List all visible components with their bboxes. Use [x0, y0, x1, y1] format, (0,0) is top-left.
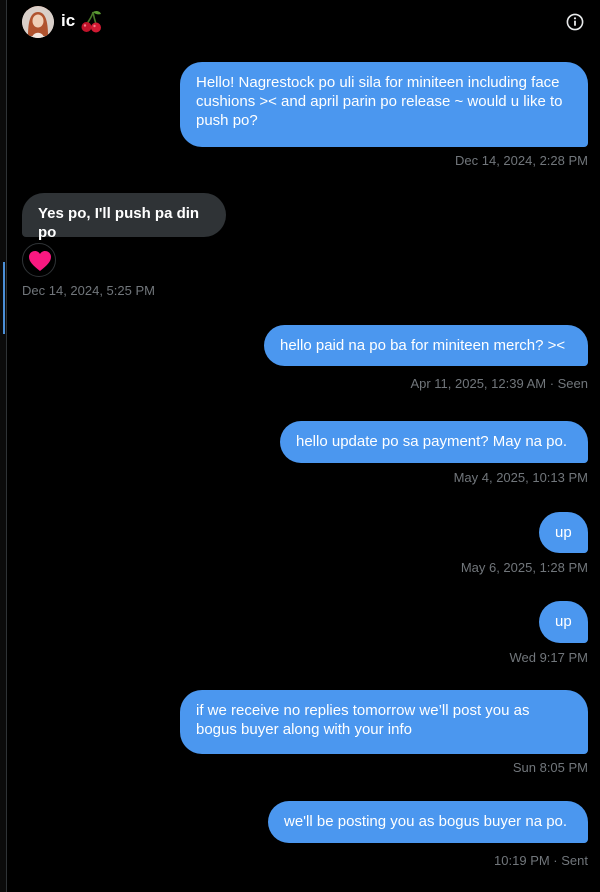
message-bubble-outgoing[interactable]: up	[539, 601, 588, 643]
message-timestamp: May 4, 2025, 10:13 PM	[453, 470, 588, 485]
info-icon[interactable]	[566, 13, 584, 31]
message-bubble-outgoing[interactable]: up	[539, 512, 588, 553]
message-timestamp: Wed 9:17 PM	[509, 650, 588, 665]
cherry-icon	[81, 10, 101, 33]
message-timestamp: Dec 14, 2024, 2:28 PM	[455, 153, 588, 168]
heart-icon	[29, 251, 51, 271]
conversation-header: ic	[6, 0, 600, 46]
message-bubble-outgoing[interactable]: we'll be posting you as bogus buyer na p…	[268, 801, 588, 843]
message-bubble-outgoing[interactable]: hello update po sa payment? May na po.	[280, 421, 588, 463]
left-rail-active-indicator	[3, 262, 5, 334]
left-rail	[0, 0, 7, 892]
message-timestamp: 10:19 PM · Sent	[494, 853, 588, 868]
message-bubble-incoming[interactable]: Yes po, I'll push pa din po	[22, 193, 226, 241]
message-bubble-outgoing[interactable]: hello paid na po ba for miniteen merch? …	[264, 325, 588, 366]
avatar[interactable]	[22, 6, 54, 38]
message-reaction[interactable]	[22, 243, 56, 277]
contact-name[interactable]: ic	[61, 11, 75, 31]
message-bubble-outgoing[interactable]: if we receive no replies tomorrow we’ll …	[180, 690, 588, 754]
message-timestamp: Dec 14, 2024, 5:25 PM	[22, 283, 155, 298]
message-timestamp: Sun 8:05 PM	[512, 760, 588, 775]
message-timestamp: May 6, 2025, 1:28 PM	[460, 560, 588, 575]
message-bubble-outgoing[interactable]: Hello! Nagrestock po uli sila for minite…	[180, 62, 588, 147]
message-timestamp: Apr 11, 2025, 12:39 AM · Seen	[410, 376, 588, 391]
